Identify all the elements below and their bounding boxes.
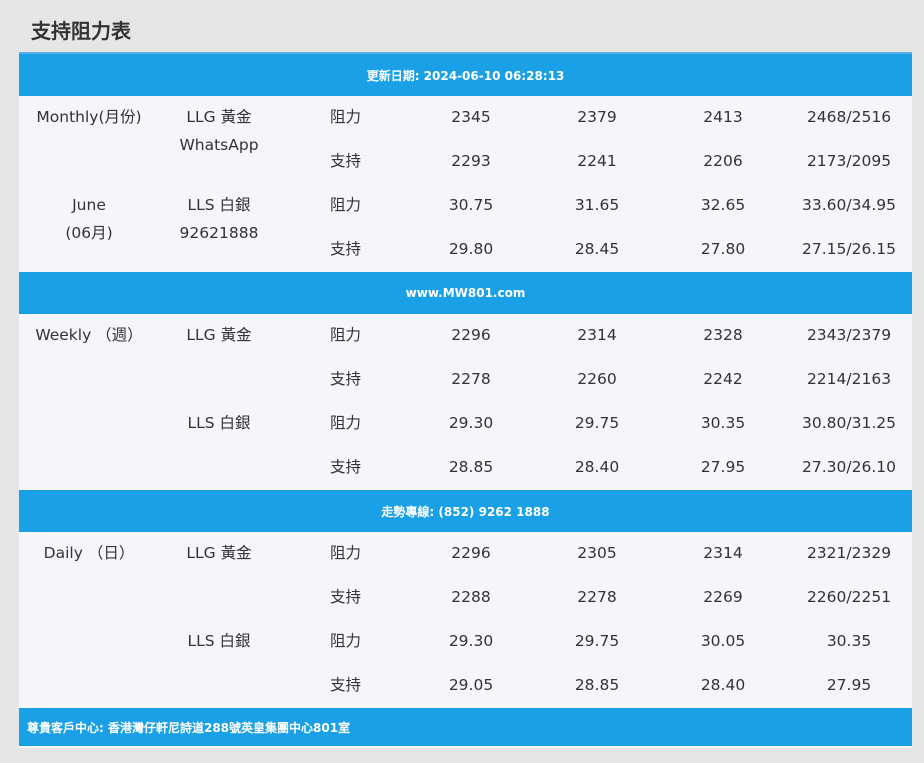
update-date-band: 更新日期: 2024-06-10 06:28:13 [19,54,912,96]
daily-section: Daily （日） LLG 黃金 LLS 白銀 阻力 2296 2305 231… [19,532,912,708]
row-kind: 支持 [330,676,362,694]
level-value: 28.85 [448,458,494,476]
level-value: 29.75 [574,632,620,650]
period-month-cn: (06月) [65,224,113,242]
whatsapp-number: 92621888 [179,224,259,242]
row-kind: 支持 [330,370,362,388]
level-value: 2288 [451,588,491,606]
level-value: 2242 [703,370,743,388]
level-value: 29.80 [448,240,494,258]
level-value: 2328 [703,326,743,344]
period-label: Monthly(月份) [36,108,142,126]
level-value: 2321/2329 [806,544,892,562]
level-value: 2241 [577,152,617,170]
level-value: 31.65 [574,196,620,214]
level-value: 27.95 [700,458,746,476]
level-value: 2206 [703,152,743,170]
level-value: 30.05 [700,632,746,650]
level-value: 2305 [577,544,617,562]
level-value: 27.30/26.10 [802,458,896,476]
row-kind: 阻力 [330,196,362,214]
level-value: 29.75 [574,414,620,432]
page-title: 支持阻力表 [31,19,131,43]
level-value: 2413 [703,108,743,126]
level-value: 30.35 [700,414,746,432]
level-value: 2379 [577,108,617,126]
level-value: 27.95 [826,676,872,694]
metal-label: LLS 白銀 [187,196,251,214]
row-kind: 支持 [330,152,362,170]
level-value: 30.75 [448,196,494,214]
level-value: 29.30 [448,632,494,650]
level-value: 33.60/34.95 [802,196,896,214]
level-value: 2293 [451,152,491,170]
level-value: 2314 [703,544,743,562]
row-kind: 阻力 [330,544,362,562]
level-value: 29.05 [448,676,494,694]
level-value: 2345 [451,108,491,126]
row-kind: 支持 [330,588,362,606]
level-value: 2343/2379 [806,326,892,344]
level-value: 28.40 [574,458,620,476]
level-value: 30.35 [826,632,872,650]
address-band: 尊貴客戶中心: 香港灣仔軒尼詩道288號英皇集團中心801室 [19,708,912,746]
hotline-band: 走勢專線: (852) 9262 1888 [19,490,912,532]
level-value: 2278 [577,588,617,606]
level-value: 27.15/26.15 [802,240,896,258]
level-value: 2260 [577,370,617,388]
level-value: 2260/2251 [806,588,892,606]
level-value: 2296 [451,544,491,562]
level-value: 2173/2095 [806,152,892,170]
row-kind: 支持 [330,458,362,476]
metal-label: LLS 白銀 [187,632,251,650]
level-value: 2278 [451,370,491,388]
support-resistance-table: 更新日期: 2024-06-10 06:28:13 Monthly(月份) Ju… [19,52,912,748]
row-kind: 阻力 [330,108,362,126]
monthly-section: Monthly(月份) June (06月) LLG 黃金 WhatsApp L… [19,96,912,272]
row-kind: 阻力 [330,632,362,650]
row-kind: 支持 [330,240,362,258]
level-value: 32.65 [700,196,746,214]
level-value: 2314 [577,326,617,344]
row-kind: 阻力 [330,414,362,432]
whatsapp-label: WhatsApp [179,136,259,154]
weekly-section: Weekly （週） LLG 黃金 LLS 白銀 阻力 2296 2314 23… [19,314,912,490]
metal-label: LLS 白銀 [187,414,251,432]
period-label: Weekly （週） [35,326,143,344]
metal-label: LLG 黃金 [186,108,252,126]
website-band: www.MW801.com [19,272,912,314]
level-value: 2269 [703,588,743,606]
metal-label: LLG 黃金 [186,544,252,562]
level-value: 2468/2516 [806,108,892,126]
level-value: 28.45 [574,240,620,258]
level-value: 28.85 [574,676,620,694]
level-value: 2214/2163 [806,370,892,388]
period-month: June [72,196,106,214]
level-value: 30.80/31.25 [802,414,896,432]
level-value: 28.40 [700,676,746,694]
level-value: 2296 [451,326,491,344]
metal-label: LLG 黃金 [186,326,252,344]
period-label: Daily （日） [43,544,135,562]
level-value: 29.30 [448,414,494,432]
level-value: 27.80 [700,240,746,258]
row-kind: 阻力 [330,326,362,344]
